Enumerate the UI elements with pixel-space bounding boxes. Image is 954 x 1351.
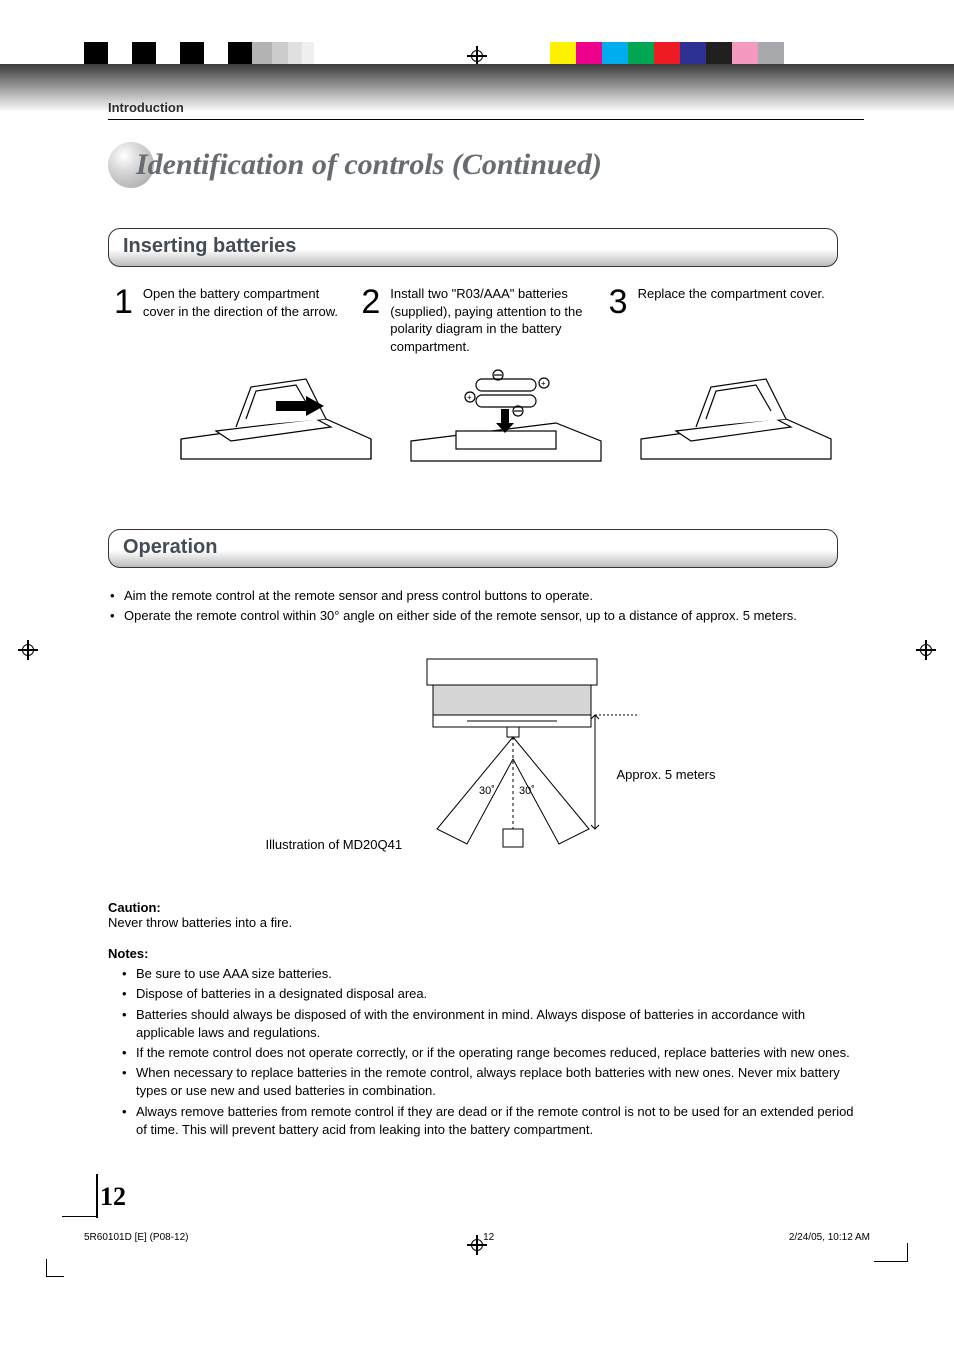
svg-text:+: + bbox=[467, 393, 472, 402]
illustration-install-batteries: + + bbox=[406, 369, 606, 479]
steps-row: 1 Open the battery compartment cover in … bbox=[108, 285, 864, 355]
illustration-caption: Illustration of MD20Q41 bbox=[265, 837, 402, 852]
crop-mark-br bbox=[874, 1243, 908, 1277]
heading-operation: Operation bbox=[108, 529, 838, 568]
step-text: Open the battery compartment cover in th… bbox=[143, 285, 339, 355]
step-text: Install two "R03/AAA" batteries (supplie… bbox=[390, 285, 586, 355]
operation-bullets: •Aim the remote control at the remote se… bbox=[108, 586, 864, 625]
note-item: When necessary to replace batteries in t… bbox=[122, 1064, 864, 1100]
page-title: Identification of controls (Continued) bbox=[136, 148, 602, 182]
svg-text:+: + bbox=[541, 379, 546, 388]
operation-illustration: Illustration of MD20Q41 bbox=[108, 649, 864, 860]
angle-right-label: 30˚ bbox=[519, 785, 535, 797]
bullet-text: Aim the remote control at the remote sen… bbox=[124, 586, 593, 606]
crosshair-bottom bbox=[0, 1235, 954, 1255]
step-1: 1 Open the battery compartment cover in … bbox=[114, 285, 339, 355]
page-number-rule-v bbox=[96, 1174, 98, 1218]
notes-block: Notes: Be sure to use AAA size batteries… bbox=[108, 946, 864, 1139]
note-item: If the remote control does not operate c… bbox=[122, 1044, 864, 1062]
note-item: Always remove batteries from remote cont… bbox=[122, 1103, 864, 1139]
note-item: Be sure to use AAA size batteries. bbox=[122, 965, 864, 983]
note-item: Batteries should always be disposed of w… bbox=[122, 1006, 864, 1042]
illustration-replace-cover bbox=[636, 369, 836, 479]
approx-distance-label: Approx. 5 meters bbox=[617, 767, 716, 782]
step-2: 2 Install two "R03/AAA" batteries (suppl… bbox=[361, 285, 586, 355]
step-text: Replace the compartment cover. bbox=[638, 285, 825, 355]
caution-heading: Caution: bbox=[108, 900, 864, 915]
step-illustrations: + + bbox=[148, 369, 864, 479]
notes-heading: Notes: bbox=[108, 946, 864, 961]
note-item: Dispose of batteries in a designated dis… bbox=[122, 985, 864, 1003]
page-number: 12 bbox=[100, 1182, 126, 1212]
section-rule bbox=[108, 119, 864, 120]
section-name: Introduction bbox=[108, 100, 864, 115]
step-number: 1 bbox=[114, 285, 133, 355]
page-number-rule-h bbox=[62, 1216, 98, 1217]
step-3: 3 Replace the compartment cover. bbox=[609, 285, 834, 355]
caution-text: Never throw batteries into a fire. bbox=[108, 915, 864, 930]
bullet-text: Operate the remote control within 30° an… bbox=[124, 606, 797, 626]
step-number: 3 bbox=[609, 285, 628, 355]
illustration-open-cover bbox=[176, 369, 376, 479]
heading-inserting-batteries: Inserting batteries bbox=[108, 228, 838, 267]
crop-mark-bl bbox=[46, 1259, 64, 1277]
angle-left-label: 30˚ bbox=[479, 785, 495, 797]
caution-block: Caution: Never throw batteries into a fi… bbox=[108, 900, 864, 930]
step-number: 2 bbox=[361, 285, 380, 355]
